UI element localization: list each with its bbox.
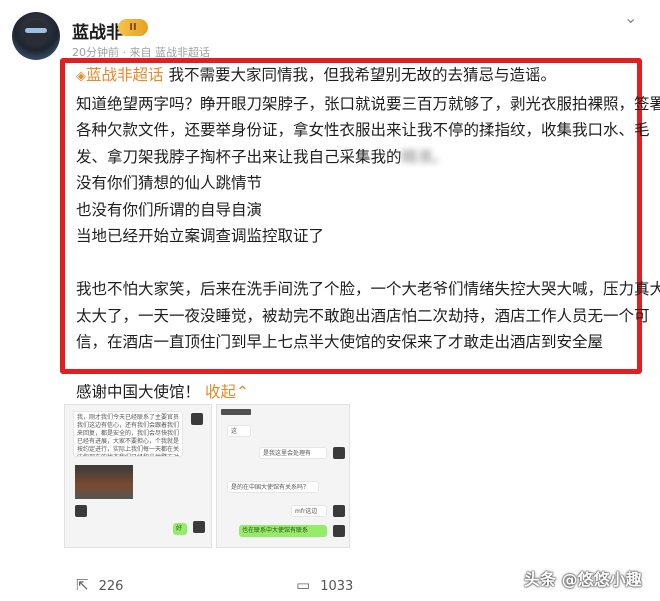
- thanks-line: 感谢中国大使馆！ 收起⌃: [76, 380, 249, 402]
- thanks-text: 感谢中国大使馆！: [76, 383, 201, 401]
- chat-screenshot-1[interactable]: 我，刚才我们今天已经联系了主要官员我们这边有信心，还有我们会跟着我们来回复，都是…: [64, 404, 212, 548]
- post-line: 没有你们猜想的仙人跳情节: [76, 174, 263, 192]
- blurred-text: 精液。: [401, 147, 449, 166]
- post-line-text: 我不需要大家同情我，但我希望别无故的去猜忌与造谣。: [168, 66, 556, 84]
- share-button[interactable]: ⇱ 226: [76, 576, 123, 594]
- post-body: ◈蓝战非超话 我不需要大家同情我，但我希望别无故的去猜忌与造谣。 知道绝望两字吗…: [76, 62, 660, 356]
- topic-link[interactable]: 蓝战非超话: [86, 66, 164, 84]
- chat-avatar: [333, 525, 345, 537]
- comment-button[interactable]: ▭ 1033: [296, 576, 353, 594]
- post-line-text: 发、拿刀架我脖子掏杯子出来让我自己采集我的: [76, 147, 402, 166]
- chat-bubble-received: 是我这里会处理有: [259, 447, 327, 459]
- post-line: 知道绝望两字吗？睁开眼刀架脖子，张口就说要三百万就够了，剥光衣服拍裸照，签署: [76, 94, 660, 113]
- watermark: 头条 @悠悠小趣: [524, 570, 642, 589]
- chat-avatar: [75, 505, 87, 517]
- share-count: 226: [98, 579, 124, 594]
- chat-avatar: [333, 505, 345, 517]
- post-line: 也没有你们所谓的自导自演: [76, 200, 263, 219]
- chat-avatar: [191, 413, 203, 425]
- vip-badge: II: [118, 19, 148, 36]
- avatar-sunglasses: [25, 28, 47, 33]
- chat-bubble-sent: 也在联系中大使馆有联系: [239, 525, 327, 537]
- chat-bubble-received: 我，刚才我们今天已经联系了主要官员我们这边有信心，还有我们会跟着我们来回复，都是…: [73, 411, 183, 457]
- avatar-face: [24, 20, 48, 46]
- chat-photo: [75, 465, 133, 499]
- post-line: 太大了，一天一夜没睡觉，被劫完不敢跑出酒店怕二次劫持，酒店工作人员无一个可: [76, 306, 650, 325]
- comment-count: 1033: [320, 579, 354, 594]
- post-line: 我也不怕大家笑，后来在洗手间洗了个脸，一个大老爷们情绪失控大哭大喊，压力真大: [76, 280, 660, 298]
- post-line: 发、拿刀架我脖子掏杯子出来让我自己采集我的精液。: [76, 144, 638, 171]
- chat-screenshot-2[interactable]: 这个？ 是我这里会处理有 是的在中国大使馆有关系吗？ mfr这边 也在联系中大使…: [216, 404, 350, 548]
- post-line: ◈蓝战非超话 我不需要大家同情我，但我希望别无故的去猜忌与造谣。: [76, 62, 638, 91]
- chat-bubble-received: mfr这边: [291, 505, 327, 517]
- chat-avatar: [193, 521, 205, 533]
- chat-bubble-received: 这个？: [227, 425, 251, 437]
- post-header: 蓝战非 II 20分钟前 · 来自 蓝战非超话 ⌄: [0, 0, 660, 60]
- chat-bubble-sent: 好: [173, 523, 187, 535]
- topic-icon: ◈: [76, 69, 86, 84]
- comment-icon: ▭: [296, 576, 311, 594]
- chevron-down-icon[interactable]: ⌄: [624, 8, 637, 27]
- username[interactable]: 蓝战非: [72, 18, 123, 43]
- avatar[interactable]: [12, 12, 60, 60]
- post-line: 当地已经开始立案调查调监控取证了: [76, 227, 325, 245]
- chat-bubble-received: 是的在中国大使馆有关系吗？: [227, 481, 319, 493]
- chat-avatar: [333, 447, 345, 459]
- post-line: 各种欠款文件，还要举身份证，拿女性衣服出来让我不停的揉指纹，收集我口水、毛: [76, 121, 650, 139]
- collapse-link[interactable]: 收起⌃: [205, 383, 249, 401]
- share-icon: ⇱: [76, 576, 89, 594]
- chat-topbar: [221, 409, 251, 415]
- post-line: 信，在酒店一直顶住门到早上七点半大使馆的安保来了才敢走出酒店到安全屋: [76, 333, 604, 351]
